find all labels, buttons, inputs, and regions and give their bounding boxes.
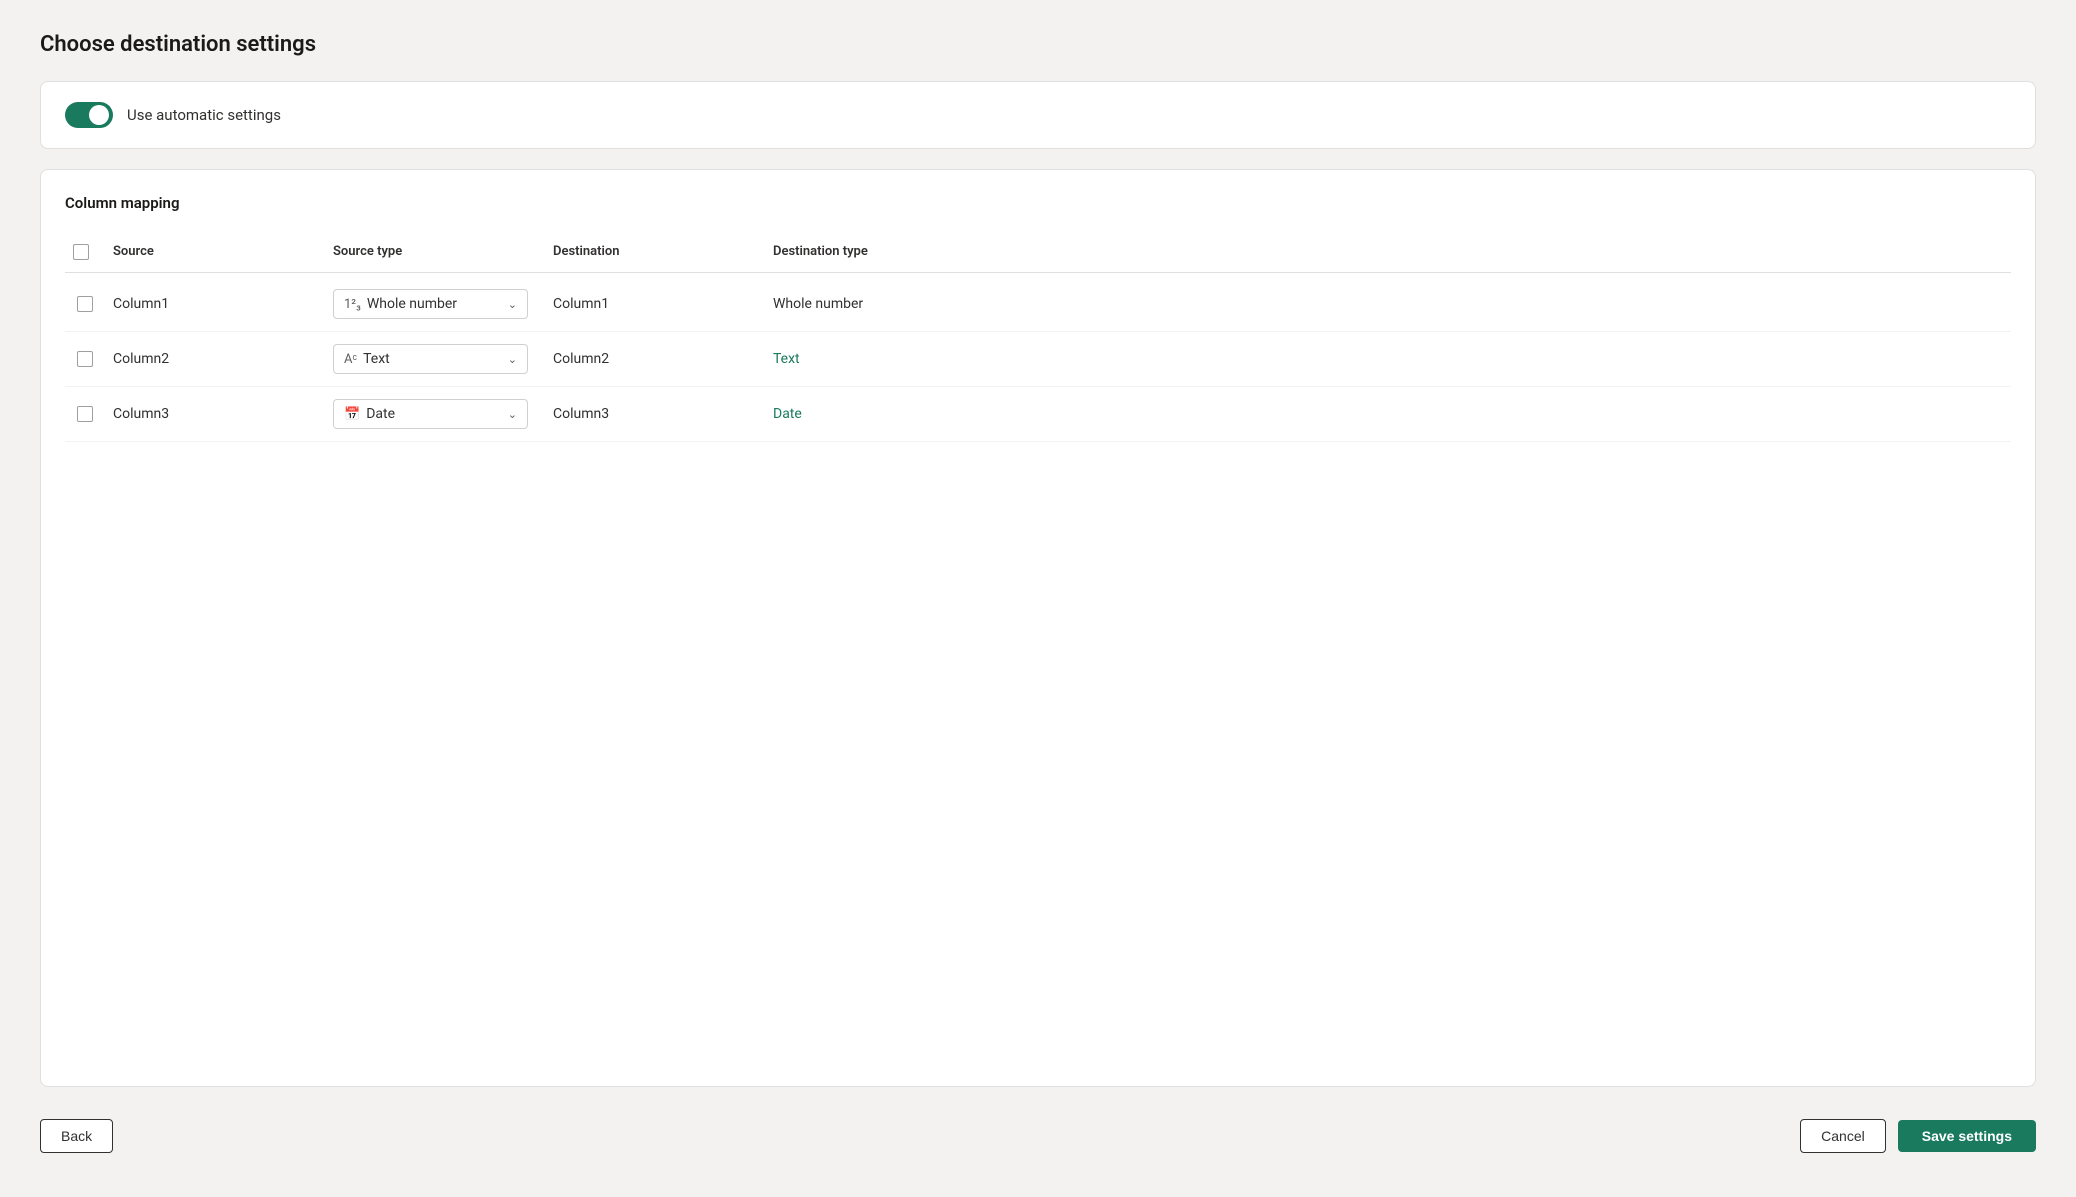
page-title: Choose destination settings [40, 32, 2036, 57]
header-checkbox[interactable] [73, 244, 89, 260]
checkbox-2[interactable] [77, 351, 93, 367]
destination-type-text-3: Date [773, 406, 802, 422]
destination-type-text-1: Whole number [773, 296, 863, 312]
save-settings-button[interactable]: Save settings [1898, 1120, 2036, 1152]
dropdown-left-1: 1²₃ Whole number [344, 296, 457, 312]
header-source-type: Source type [325, 240, 545, 264]
checkbox-3[interactable] [77, 406, 93, 422]
chevron-down-icon-1: ⌄ [508, 298, 517, 311]
destination-type-3: Date [765, 400, 985, 428]
column-mapping-card: Column mapping Source Source type Destin… [40, 169, 2036, 1087]
table-row: Column1 1²₃ Whole number ⌄ Column1 Whole… [65, 277, 2011, 332]
header-checkbox-cell [65, 240, 105, 264]
header-spacer [985, 240, 2011, 264]
footer-right: Cancel Save settings [1800, 1119, 2036, 1153]
cancel-button[interactable]: Cancel [1800, 1119, 1886, 1153]
section-title: Column mapping [65, 194, 2011, 212]
text-icon: Aᶜ [344, 351, 357, 367]
chevron-down-icon-3: ⌄ [508, 408, 517, 421]
back-button[interactable]: Back [40, 1119, 113, 1153]
source-type-dropdown-cell-3: 📅 Date ⌄ [325, 393, 545, 435]
destination-column-2: Column2 [545, 345, 765, 373]
destination-type-2: Text [765, 345, 985, 373]
source-column-2: Column2 [105, 345, 325, 373]
source-type-dropdown-cell-2: Aᶜ Text ⌄ [325, 338, 545, 380]
table-row: Column3 📅 Date ⌄ Column3 Date [65, 387, 2011, 442]
table-row: Column2 Aᶜ Text ⌄ Column2 Text [65, 332, 2011, 387]
source-type-dropdown-2[interactable]: Aᶜ Text ⌄ [333, 344, 528, 374]
table-header: Source Source type Destination Destinati… [65, 232, 2011, 273]
auto-settings-card: Use automatic settings [40, 81, 2036, 149]
destination-column-1: Column1 [545, 290, 765, 318]
toggle-track [65, 102, 113, 128]
source-type-dropdown-cell-1: 1²₃ Whole number ⌄ [325, 283, 545, 325]
source-type-label-1: Whole number [367, 296, 457, 312]
source-type-dropdown-1[interactable]: 1²₃ Whole number ⌄ [333, 289, 528, 319]
date-icon: 📅 [344, 407, 360, 422]
source-column-1: Column1 [105, 290, 325, 318]
source-type-dropdown-3[interactable]: 📅 Date ⌄ [333, 399, 528, 429]
chevron-down-icon-2: ⌄ [508, 353, 517, 366]
header-source: Source [105, 240, 325, 264]
dropdown-left-2: Aᶜ Text [344, 351, 390, 367]
row-spacer-3 [985, 408, 2011, 420]
row-checkbox-2 [65, 351, 105, 367]
dropdown-left-3: 📅 Date [344, 406, 395, 422]
row-spacer-2 [985, 353, 2011, 365]
destination-type-1: Whole number [765, 290, 985, 318]
row-checkbox-1 [65, 296, 105, 312]
source-column-3: Column3 [105, 400, 325, 428]
header-destination-type: Destination type [765, 240, 985, 264]
auto-settings-label: Use automatic settings [127, 106, 281, 124]
checkbox-1[interactable] [77, 296, 93, 312]
destination-column-3: Column3 [545, 400, 765, 428]
toggle-thumb [89, 105, 109, 125]
destination-type-text-2: Text [773, 351, 800, 367]
footer: Back Cancel Save settings [40, 1107, 2036, 1165]
whole-number-icon: 1²₃ [344, 297, 361, 312]
row-spacer-1 [985, 298, 2011, 310]
source-type-label-3: Date [366, 406, 395, 422]
header-destination: Destination [545, 240, 765, 264]
source-type-label-2: Text [363, 351, 390, 367]
auto-settings-toggle[interactable] [65, 102, 113, 128]
row-checkbox-3 [65, 406, 105, 422]
